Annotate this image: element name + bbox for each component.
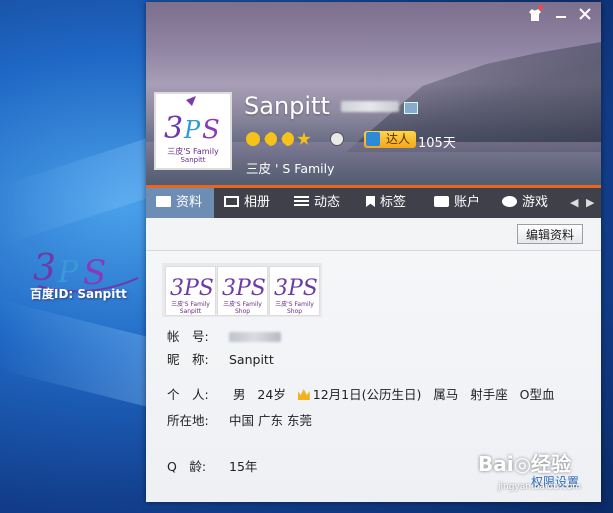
tab-profile[interactable]: 资料 bbox=[146, 188, 214, 218]
tab-label: 相册 bbox=[244, 195, 271, 210]
list-icon bbox=[294, 196, 309, 207]
tab-label: 动态 bbox=[314, 195, 341, 210]
zodiac-value: 属马 bbox=[433, 387, 459, 402]
location-row: 所在地: 中国 广东 东莞 bbox=[167, 410, 312, 429]
svg-text:P: P bbox=[183, 116, 201, 144]
crown-icon bbox=[297, 389, 310, 400]
briefcase-icon bbox=[434, 196, 449, 207]
talent-label: 达人 bbox=[386, 132, 411, 146]
qage-label: Q 龄: bbox=[167, 459, 207, 474]
photo-logo-icon: 3PS bbox=[170, 276, 214, 301]
svg-text:3PS: 3PS bbox=[222, 276, 265, 299]
account-label: 帐 号: bbox=[167, 329, 209, 344]
photo-caption: 三皮'S Family Shop bbox=[275, 301, 314, 315]
tab-bar: 资料 相册 动态 标签 账户 游戏 ◀ ▶ bbox=[146, 185, 601, 218]
tab-games[interactable]: 游戏 bbox=[502, 188, 548, 218]
qage-value: 15年 bbox=[229, 459, 258, 474]
qq-number-blurred bbox=[341, 101, 399, 112]
qage-row: Q 龄: 15年 bbox=[167, 456, 257, 475]
profile-header: 3 P S 三皮'S Family Sanpitt Sanpitt 达人 105… bbox=[146, 2, 601, 185]
nickname: Sanpitt bbox=[244, 92, 330, 120]
light-beam bbox=[0, 134, 160, 246]
close-icon[interactable] bbox=[576, 8, 594, 24]
id-card-icon bbox=[156, 196, 171, 207]
tab-feed[interactable]: 动态 bbox=[294, 188, 340, 218]
photo-thumbnail[interactable]: 3PS 三皮'S Family Sanpitt bbox=[165, 266, 216, 316]
birthday-value: 12月1日(公历生日) bbox=[312, 387, 422, 402]
watermark-text: 百度ID: Sanpitt bbox=[30, 287, 127, 301]
tab-label: 游戏 bbox=[522, 195, 549, 210]
svg-text:S: S bbox=[202, 115, 220, 144]
svg-text:3PS: 3PS bbox=[274, 276, 317, 299]
account-value-blurred bbox=[229, 332, 281, 342]
location-value: 中国 广东 东莞 bbox=[229, 413, 312, 428]
svg-text:3PS: 3PS bbox=[170, 276, 213, 299]
nickname-value: Sanpitt bbox=[229, 352, 274, 367]
blood-type-value: O型血 bbox=[519, 387, 555, 402]
personal-label: 个 人: bbox=[167, 387, 209, 402]
game-icon bbox=[502, 196, 517, 207]
nickname-row: 昵 称: Sanpitt bbox=[167, 349, 274, 368]
personal-row: 个 人: 男 24岁 12月1日(公历生日) 属马 射手座 O型血 bbox=[167, 384, 555, 403]
star-sign-value: 射手座 bbox=[470, 387, 508, 402]
tab-account[interactable]: 账户 bbox=[434, 188, 480, 218]
avatar-caption-sub: Sanpitt bbox=[180, 156, 206, 164]
photo-strip: 3PS 三皮'S Family Sanpitt 3PS 三皮'S Family … bbox=[162, 263, 322, 317]
notification-dot bbox=[538, 5, 543, 10]
light-beam bbox=[0, 300, 160, 410]
sun-level-icon bbox=[246, 132, 260, 146]
tab-label: 资料 bbox=[176, 195, 203, 210]
photo-logo-icon: 3PS bbox=[222, 276, 266, 301]
penguin-icon[interactable] bbox=[330, 132, 344, 146]
talent-icon bbox=[366, 132, 380, 146]
tab-tags[interactable]: 标签 bbox=[366, 188, 406, 218]
active-days: 105天 bbox=[418, 136, 456, 151]
tab-album[interactable]: 相册 bbox=[224, 188, 270, 218]
tab-scroll-left-icon[interactable]: ◀ bbox=[570, 188, 578, 218]
gender-value: 男 bbox=[232, 387, 246, 402]
skin-shirt-icon[interactable] bbox=[526, 8, 544, 24]
baidu-watermark: Bai◎经验 bbox=[478, 452, 572, 476]
photo-caption: 三皮'S Family Shop bbox=[223, 301, 262, 315]
svg-text:3: 3 bbox=[33, 248, 56, 289]
card-icon[interactable] bbox=[404, 102, 418, 114]
content-toolbar: 编辑资料 bbox=[146, 218, 601, 251]
baidu-url: jingyan.baidu.com bbox=[498, 482, 582, 492]
photo-icon bbox=[224, 196, 239, 207]
svg-text:3: 3 bbox=[164, 111, 183, 144]
photo-logo-icon: 3PS bbox=[274, 276, 318, 301]
talent-badge[interactable]: 达人 bbox=[364, 131, 417, 148]
avatar[interactable]: 3 P S 三皮'S Family Sanpitt bbox=[154, 92, 232, 170]
age-value: 24岁 bbox=[257, 387, 286, 402]
edit-profile-button[interactable]: 编辑资料 bbox=[516, 224, 583, 244]
profile-window: 3 P S 三皮'S Family Sanpitt Sanpitt 达人 105… bbox=[146, 2, 601, 502]
photo-caption: 三皮'S Family Sanpitt bbox=[171, 301, 210, 315]
photo-thumbnail[interactable]: 3PS 三皮'S Family Shop bbox=[269, 266, 320, 316]
signature: 三皮 ' S Family bbox=[246, 161, 335, 176]
tab-scroll-right-icon[interactable]: ▶ bbox=[586, 188, 594, 218]
avatar-logo-icon: 3 P S bbox=[164, 96, 220, 146]
photo-thumbnail[interactable]: 3PS 三皮'S Family Shop bbox=[217, 266, 268, 316]
minimize-icon[interactable] bbox=[552, 8, 570, 24]
location-label: 所在地: bbox=[167, 413, 209, 428]
nickname-label: 昵 称: bbox=[167, 352, 209, 367]
tab-label: 账户 bbox=[454, 195, 481, 210]
account-row: 帐 号: bbox=[167, 326, 281, 345]
bookmark-icon bbox=[366, 196, 375, 207]
tab-label: 标签 bbox=[380, 195, 407, 210]
